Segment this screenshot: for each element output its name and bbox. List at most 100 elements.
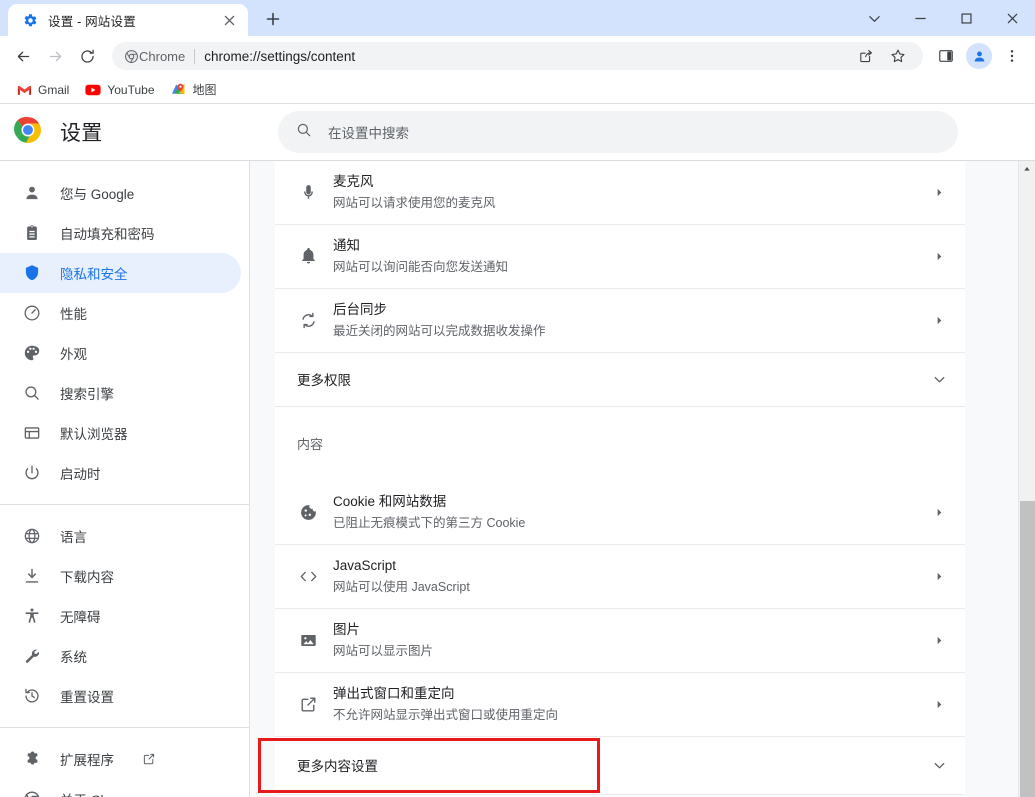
toolbar-right-actions (931, 41, 1027, 71)
setting-row-cookies[interactable]: Cookie 和网站数据 已阻止无痕模式下的第三方 Cookie (275, 481, 965, 545)
bookmark-youtube[interactable]: YouTube (77, 78, 162, 102)
shield-icon (22, 263, 42, 283)
person-icon (22, 183, 42, 203)
tab-search-button[interactable] (851, 0, 897, 36)
sidebar-item-system[interactable]: 系统 (0, 636, 241, 676)
chevron-down-icon (932, 372, 947, 387)
maximize-button[interactable] (943, 0, 989, 36)
close-window-button[interactable] (989, 0, 1035, 36)
omnibox-url: chrome://settings/content (204, 48, 356, 64)
settings-body: 您与 Google 自动填充和密码 隐私和安全 性能 外观 搜索引擎 默认浏览器… (0, 160, 1035, 797)
setting-title: 麦克风 (333, 174, 374, 190)
sidebar-item-label: 默认浏览器 (60, 426, 128, 442)
close-icon[interactable] (218, 9, 240, 31)
tab-strip: 设置 - 网站设置 (0, 0, 1035, 36)
setting-title: 后台同步 (333, 302, 387, 318)
search-input[interactable]: 在设置中搜索 (278, 111, 958, 153)
sidebar-item-downloads[interactable]: 下载内容 (0, 556, 241, 596)
more-content-settings-expander[interactable]: 更多内容设置 (275, 737, 965, 795)
youtube-icon (85, 82, 101, 98)
sidebar-item-you-and-google[interactable]: 您与 Google (0, 173, 241, 213)
setting-title: Cookie 和网站数据 (333, 494, 447, 510)
bookmark-label: 地图 (192, 83, 217, 97)
sidebar-item-reset-settings[interactable]: 重置设置 (0, 676, 241, 716)
speedometer-icon (22, 303, 42, 323)
setting-row-text: JavaScript 网站可以使用 JavaScript (333, 555, 917, 597)
setting-row-text: 弹出式窗口和重定向 不允许网站显示弹出式窗口或使用重定向 (333, 683, 917, 725)
bookmark-gmail[interactable]: Gmail (8, 78, 77, 102)
omnibox-chip-label: Chrome (139, 48, 186, 64)
profile-avatar-icon[interactable] (966, 43, 992, 69)
sidebar-item-on-startup[interactable]: 启动时 (0, 453, 241, 493)
reload-button[interactable] (72, 41, 102, 71)
chevron-right-icon[interactable] (931, 699, 947, 710)
chrome-logo-icon (14, 116, 42, 149)
setting-row-text: 图片 网站可以显示图片 (333, 619, 917, 661)
setting-row-javascript[interactable]: JavaScript 网站可以使用 JavaScript (275, 545, 965, 609)
scroll-up-arrow-icon[interactable] (1019, 161, 1035, 178)
content-section-header: 内容 (297, 437, 324, 453)
bookmarks-bar: Gmail YouTube 地图 (0, 76, 1035, 104)
sidebar-item-privacy-security[interactable]: 隐私和安全 (0, 252, 241, 293)
sidebar-item-languages[interactable]: 语言 (0, 516, 241, 556)
sidebar-item-performance[interactable]: 性能 (0, 293, 241, 333)
sidebar-item-label: 您与 Google (60, 186, 135, 202)
chevron-right-icon[interactable] (931, 507, 947, 518)
setting-subtitle: 网站可以使用 JavaScript (333, 580, 470, 595)
browser-tab[interactable]: 设置 - 网站设置 (8, 4, 248, 36)
sidebar-item-label: 搜索引擎 (60, 386, 114, 402)
chrome-icon (124, 49, 139, 64)
maps-icon (171, 82, 187, 98)
search-icon (296, 122, 312, 143)
more-permissions-expander[interactable]: 更多权限 (275, 353, 965, 407)
setting-row-background-sync[interactable]: 后台同步 最近关闭的网站可以完成数据收发操作 (275, 289, 965, 353)
share-icon[interactable] (851, 41, 881, 71)
sidebar-item-label: 语言 (60, 529, 87, 545)
sidebar-item-autofill-passwords[interactable]: 自动填充和密码 (0, 213, 241, 253)
chevron-right-icon[interactable] (931, 187, 947, 198)
sidebar-item-label: 无障碍 (60, 609, 101, 625)
three-dot-menu-icon[interactable] (997, 41, 1027, 71)
sidebar-item-accessibility[interactable]: 无障碍 (0, 596, 241, 636)
sidebar-item-search-engine[interactable]: 搜索引擎 (0, 373, 241, 413)
chevron-right-icon[interactable] (931, 571, 947, 582)
microphone-icon (297, 183, 319, 202)
scrollbar-thumb[interactable] (1020, 500, 1035, 797)
download-icon (22, 566, 42, 586)
setting-row-microphone[interactable]: 麦克风 网站可以请求使用您的麦克风 (275, 161, 965, 225)
new-tab-button[interactable] (258, 4, 288, 34)
settings-brand[interactable]: 设置 (0, 116, 278, 149)
address-bar[interactable]: Chrome chrome://settings/content (112, 42, 923, 70)
bookmark-maps[interactable]: 地图 (163, 77, 225, 102)
browser-toolbar: Chrome chrome://settings/content (0, 36, 1035, 76)
sidebar-item-label: 启动时 (60, 466, 101, 482)
side-panel-icon[interactable] (931, 41, 961, 71)
forward-button[interactable] (40, 41, 70, 71)
sidebar-item-label: 下载内容 (60, 569, 114, 585)
setting-subtitle: 网站可以请求使用您的麦克风 (333, 196, 496, 211)
sidebar-item-about-chrome[interactable]: 关于 Chrome (0, 779, 241, 797)
setting-row-text: Cookie 和网站数据 已阻止无痕模式下的第三方 Cookie (333, 491, 917, 533)
sidebar-item-appearance[interactable]: 外观 (0, 333, 241, 373)
history-restore-icon (22, 686, 42, 706)
more-content-settings-label: 更多内容设置 (297, 759, 378, 775)
chevron-right-icon[interactable] (931, 635, 947, 646)
back-button[interactable] (8, 41, 38, 71)
bookmark-label: YouTube (107, 82, 155, 97)
chevron-right-icon[interactable] (931, 315, 947, 326)
sidebar-item-label: 重置设置 (60, 689, 114, 705)
minimize-button[interactable] (897, 0, 943, 36)
setting-subtitle: 网站可以询问能否向您发送通知 (333, 260, 509, 275)
chevron-right-icon[interactable] (931, 251, 947, 262)
omnibox-actions (851, 41, 913, 71)
star-icon[interactable] (883, 41, 913, 71)
setting-row-popups-redirects[interactable]: 弹出式窗口和重定向 不允许网站显示弹出式窗口或使用重定向 (275, 673, 965, 737)
sidebar-item-default-browser[interactable]: 默认浏览器 (0, 413, 241, 453)
sidebar-item-label: 系统 (60, 649, 87, 665)
vertical-scrollbar[interactable] (1018, 160, 1035, 797)
setting-row-images[interactable]: 图片 网站可以显示图片 (275, 609, 965, 673)
window-controls (851, 0, 1035, 36)
setting-row-notifications[interactable]: 通知 网站可以询问能否向您发送通知 (275, 225, 965, 289)
sidebar-item-extensions[interactable]: 扩展程序 (0, 739, 241, 779)
settings-search-wrap: 在设置中搜索 (278, 111, 1035, 153)
